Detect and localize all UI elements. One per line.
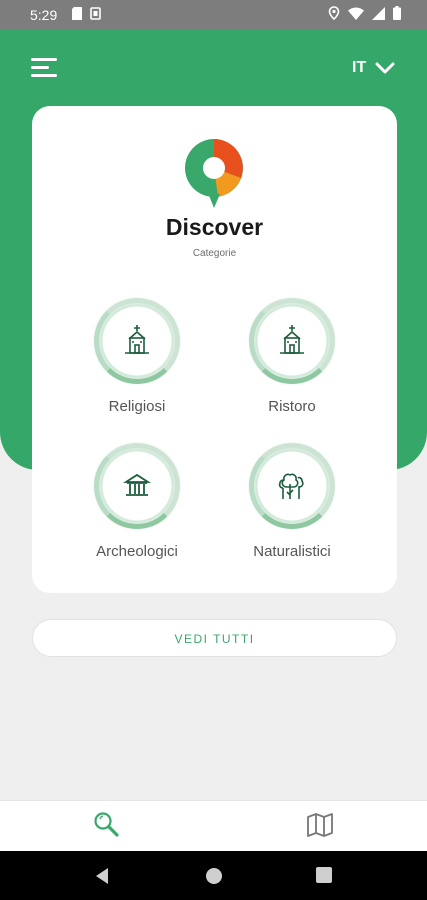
- category-naturalistici[interactable]: Naturalistici: [222, 441, 362, 581]
- status-left-icons: [72, 7, 101, 20]
- menu-button[interactable]: [31, 58, 57, 78]
- temple-icon: [123, 473, 151, 496]
- home-icon[interactable]: [205, 867, 223, 885]
- tab-search[interactable]: [93, 811, 123, 841]
- battery-icon: [393, 6, 401, 20]
- category-label: Ristoro: [268, 398, 316, 415]
- sim-icon: [90, 7, 101, 20]
- location-icon: [328, 6, 340, 20]
- system-nav-bar: [0, 851, 427, 900]
- trees-icon: [278, 473, 304, 499]
- tab-map[interactable]: [306, 811, 336, 841]
- search-icon: [94, 812, 119, 837]
- card-subtitle: Categorie: [192, 248, 237, 259]
- menu-line: [31, 66, 49, 69]
- category-archeologici[interactable]: Archeologici: [67, 441, 207, 581]
- language-label: IT: [352, 59, 367, 76]
- church-icon: [125, 325, 149, 354]
- app-logo: [185, 139, 243, 208]
- category-label: Religiosi: [108, 398, 166, 415]
- see-all-button[interactable]: VEDI TUTTI: [32, 619, 397, 657]
- category-label: Archeologici: [96, 543, 178, 560]
- category-ristoro[interactable]: Ristoro: [222, 296, 362, 436]
- map-icon: [307, 813, 333, 837]
- recents-icon[interactable]: [316, 867, 332, 883]
- category-religiosi[interactable]: Religiosi: [67, 296, 207, 436]
- status-time: 5:29: [30, 7, 58, 23]
- hamburger-menu-icon: [31, 58, 57, 61]
- menu-line: [31, 74, 57, 77]
- wifi-icon: [348, 7, 364, 20]
- sd-card-icon: [72, 7, 82, 20]
- discover-card: Discover Categorie Religiosi Ristoro Arc…: [32, 106, 397, 593]
- bottom-nav: [0, 800, 427, 851]
- church-icon: [280, 325, 304, 354]
- signal-icon: [372, 6, 385, 20]
- back-icon[interactable]: [94, 867, 110, 885]
- category-label: Naturalistici: [253, 543, 331, 560]
- status-right-icons: [328, 6, 401, 20]
- chevron-down-icon: [375, 62, 395, 74]
- language-selector[interactable]: IT: [352, 59, 395, 77]
- status-bar: 5:29: [0, 0, 427, 30]
- card-title: Discover: [165, 214, 264, 240]
